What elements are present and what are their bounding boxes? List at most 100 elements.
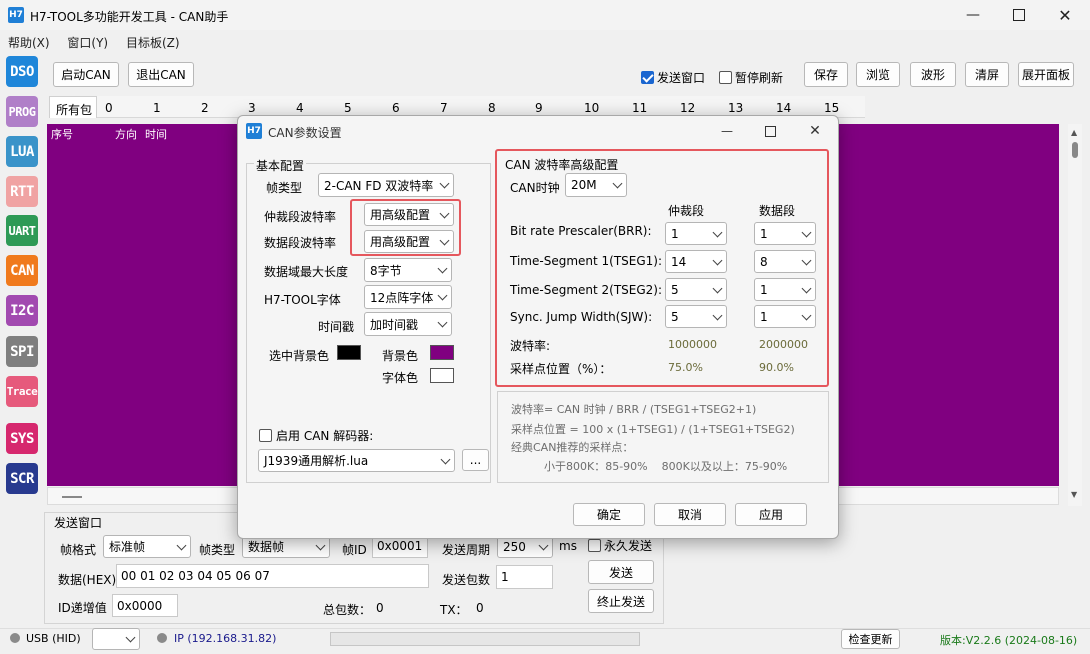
log-vertical-scrollbar[interactable]: ▲ ▼ (1068, 124, 1082, 506)
font-value: 12点阵字体 (370, 290, 434, 305)
can-clock-select[interactable]: 20M (565, 173, 627, 197)
timestamp-label: 时间戳 (318, 320, 355, 334)
scroll-down-icon[interactable]: ▼ (1071, 490, 1077, 499)
usb-status-text: USB (HID) (26, 632, 81, 645)
max-length-label: 数据域最大长度 (264, 265, 349, 279)
dialog-minimize-icon[interactable]: — (714, 120, 740, 142)
start-can-button[interactable]: 启动CAN (53, 62, 119, 87)
sjw-data-select[interactable]: 1 (754, 305, 816, 328)
decoder-browse-button[interactable]: ... (462, 449, 489, 471)
tx-value: 0 (476, 601, 484, 615)
table-header-time: 时间 (145, 128, 167, 141)
menu-window[interactable]: 窗口(Y) (67, 36, 108, 50)
timestamp-select[interactable]: 加时间戳 (364, 312, 452, 336)
maximize-icon[interactable] (996, 0, 1042, 30)
sidebar-trace-icon[interactable]: Trace (6, 376, 38, 407)
chevron-down-icon (712, 227, 723, 237)
forever-send-checkbox[interactable]: 永久发送 (588, 537, 652, 554)
sidebar-i2c-icon[interactable]: I2C (6, 295, 38, 326)
send-button[interactable]: 发送 (588, 560, 654, 584)
browse-button[interactable]: 浏览 (856, 62, 900, 87)
chevron-down-icon (439, 235, 450, 245)
tseg2-arb-select[interactable]: 5 (665, 278, 727, 301)
brr-data-select[interactable]: 1 (754, 222, 816, 245)
device-select[interactable] (92, 628, 140, 650)
sjw-arb-select[interactable]: 5 (665, 305, 727, 328)
sidebar-lua-icon[interactable]: LUA (6, 136, 38, 167)
sjw-label: Sync. Jump Width(SJW): (510, 310, 653, 324)
chevron-down-icon (801, 283, 812, 293)
ok-button[interactable]: 确定 (573, 503, 645, 526)
sidebar-prog-icon[interactable]: PROG (6, 96, 38, 127)
usb-status-icon (10, 633, 20, 643)
font-color-swatch[interactable] (430, 368, 454, 383)
sidebar-can-icon[interactable]: CAN (6, 255, 38, 286)
pause-refresh-checkbox[interactable]: 暂停刷新 (719, 69, 783, 86)
decoder-script-select[interactable]: J1939通用解析.lua (258, 449, 455, 472)
tab-3[interactable]: 3 (248, 101, 256, 115)
tab-8[interactable]: 8 (488, 101, 496, 115)
wave-button[interactable]: 波形 (910, 62, 956, 87)
dialog-frame-type-select[interactable]: 2-CAN FD 双波特率 (318, 173, 454, 197)
check-update-button[interactable]: 检查更新 (841, 629, 900, 649)
sidebar-uart-icon[interactable]: UART (6, 215, 38, 246)
chevron-down-icon (315, 540, 326, 550)
data-hex-input[interactable]: 00 01 02 03 04 05 06 07 (116, 564, 429, 588)
cancel-button[interactable]: 取消 (654, 503, 726, 526)
enable-decoder-checkbox[interactable]: 启用 CAN 解码器: (259, 427, 373, 444)
save-button[interactable]: 保存 (804, 62, 848, 87)
menu-help[interactable]: 帮助(X) (8, 36, 50, 50)
tseg1-data-select[interactable]: 8 (754, 250, 816, 273)
tab-5[interactable]: 5 (344, 101, 352, 115)
minimize-icon[interactable]: — (950, 0, 996, 30)
sidebar-rtt-icon[interactable]: RTT (6, 176, 38, 207)
checkbox-checked-icon (641, 71, 654, 84)
send-window-checkbox[interactable]: 发送窗口 (641, 69, 705, 86)
tab-15[interactable]: 15 (824, 101, 839, 115)
tseg1-arb-select[interactable]: 14 (665, 250, 727, 273)
tab-9[interactable]: 9 (535, 101, 543, 115)
selected-bg-color-swatch[interactable] (337, 345, 361, 360)
expand-panel-button[interactable]: 展开面板 (1018, 62, 1074, 87)
sidebar-dso-icon[interactable]: DSO (6, 56, 38, 87)
sidebar-sys-icon[interactable]: SYS (6, 423, 38, 454)
tab-12[interactable]: 12 (680, 101, 695, 115)
close-icon[interactable]: ✕ (1042, 0, 1088, 30)
max-length-select[interactable]: 8字节 (364, 258, 452, 282)
basic-config-title: 基本配置 (254, 157, 307, 174)
advanced-config-title: CAN 波特率高级配置 (505, 158, 619, 172)
stop-send-button[interactable]: 终止发送 (588, 589, 654, 613)
tab-6[interactable]: 6 (392, 101, 400, 115)
id-increment-input[interactable]: 0x0000 (112, 594, 178, 617)
tab-4[interactable]: 4 (296, 101, 304, 115)
dialog-close-icon[interactable]: ✕ (802, 120, 828, 142)
tab-0[interactable]: 0 (105, 101, 113, 115)
send-count-input[interactable]: 1 (496, 565, 553, 589)
tab-7[interactable]: 7 (440, 101, 448, 115)
scroll-up-icon[interactable]: ▲ (1071, 128, 1077, 137)
arb-rate-select[interactable]: 用高级配置 (364, 203, 454, 226)
exit-can-button[interactable]: 退出CAN (128, 62, 194, 87)
font-select[interactable]: 12点阵字体 (364, 285, 452, 309)
menu-target-board[interactable]: 目标板(Z) (126, 36, 180, 50)
frame-format-select[interactable]: 标准帧 (103, 535, 191, 558)
hscroll-thumb[interactable] (62, 496, 82, 498)
apply-button[interactable]: 应用 (735, 503, 807, 526)
tab-all-packets[interactable]: 所有包 (49, 96, 97, 118)
window-title: H7-TOOL多功能开发工具 - CAN助手 (30, 10, 229, 24)
tab-2[interactable]: 2 (201, 101, 209, 115)
sidebar-scr-icon[interactable]: SCR (6, 463, 38, 494)
brr-arb-select[interactable]: 1 (665, 222, 727, 245)
tab-13[interactable]: 13 (728, 101, 743, 115)
bg-color-swatch[interactable] (430, 345, 454, 360)
tab-14[interactable]: 14 (776, 101, 791, 115)
data-rate-select[interactable]: 用高级配置 (364, 230, 454, 253)
scroll-thumb[interactable] (1072, 142, 1078, 158)
tab-1[interactable]: 1 (153, 101, 161, 115)
dialog-maximize-icon[interactable] (757, 120, 783, 142)
tab-11[interactable]: 11 (632, 101, 647, 115)
clear-button[interactable]: 清屏 (965, 62, 1009, 87)
sidebar-spi-icon[interactable]: SPI (6, 336, 38, 367)
tab-10[interactable]: 10 (584, 101, 599, 115)
tseg2-data-select[interactable]: 1 (754, 278, 816, 301)
